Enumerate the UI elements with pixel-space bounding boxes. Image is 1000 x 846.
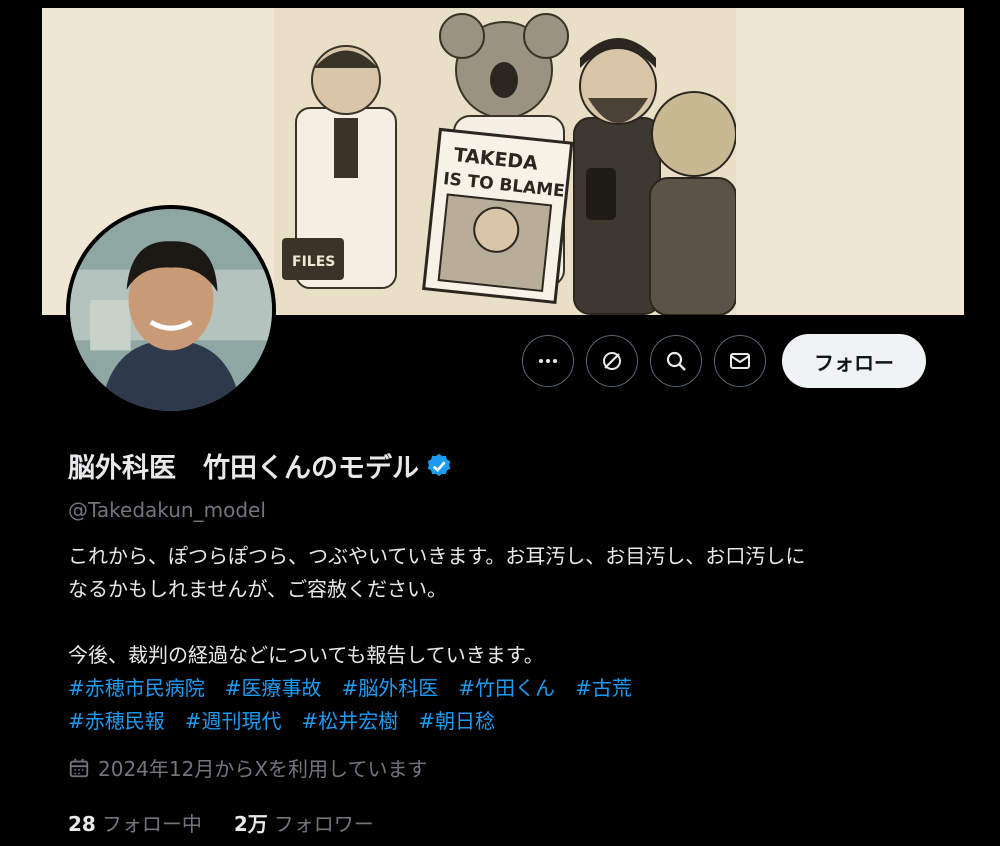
hashtag-link[interactable]: #朝日稔 [418,709,495,733]
display-name: 脳外科医 竹田くんのモデル [68,453,419,484]
case-label: FILES [292,254,335,270]
followers-link[interactable]: 2万 フォロワー [234,808,374,837]
message-icon [730,353,750,369]
bio: これから、ぽつらぽつら、つぶやいていきます。お耳汚し、お目汚し、お口汚しに なる… [68,540,948,738]
avatar-image [70,209,272,411]
hashtag-link[interactable]: #医療事故 [225,676,322,700]
follow-stats: 28 フォロー中 2万 フォロワー [68,808,374,837]
avatar[interactable] [66,205,276,415]
message-button[interactable] [714,335,766,387]
search-icon [666,351,686,371]
banner-illustration: FILES TAKEDA IS TO BLAME [274,8,736,315]
following-label: フォロー中 [101,812,202,836]
follow-button[interactable]: フォロー [782,334,926,388]
grok-button[interactable] [586,335,638,387]
bio-line: 今後、裁判の経過などについても報告していきます。 [68,643,544,667]
handle: @Takedakun_model [68,498,266,522]
grok-icon [603,352,621,370]
hashtag-link[interactable]: #週刊現代 [185,709,282,733]
hashtag-row: #赤穂市民病院 #医療事故 #脳外科医 #竹田くん #古荒 [68,672,948,705]
hashtag-link[interactable]: #竹田くん [458,676,555,700]
followers-count: 2万 [233,812,268,836]
bio-line: なるかもしれませんが、ご容赦ください。 [68,577,447,601]
hashtag-link[interactable]: #赤穂民報 [68,709,165,733]
join-date-text: 2024年12月からXを利用しています [98,757,428,781]
hashtag-link[interactable]: #脳外科医 [342,676,439,700]
following-link[interactable]: 28 フォロー中 [68,808,202,837]
hashtag-link[interactable]: #松井宏樹 [302,709,399,733]
verified-badge-icon[interactable] [425,452,453,480]
followers-label: フォロワー [273,812,374,836]
display-name-row: 脳外科医 竹田くんのモデル [68,446,453,485]
hashtag-row: #赤穂民報 #週刊現代 #松井宏樹 #朝日稔 [68,705,948,738]
calendar-icon [69,758,89,777]
profile-actions: フォロー [522,334,926,388]
more-button[interactable] [522,335,574,387]
join-date: 2024年12月からXを利用しています [68,753,427,782]
hashtag-link[interactable]: #赤穂市民病院 [68,676,205,700]
search-button[interactable] [650,335,702,387]
profile-frame: FILES TAKEDA IS TO BLAME フォロー 脳外科医 竹田くんの… [42,8,964,846]
bio-line: これから、ぽつらぽつら、つぶやいていきます。お耳汚し、お目汚し、お口汚しに [68,544,806,568]
more-icon [539,359,557,363]
hashtag-link[interactable]: #古荒 [575,676,632,700]
following-count: 28 [68,812,96,836]
